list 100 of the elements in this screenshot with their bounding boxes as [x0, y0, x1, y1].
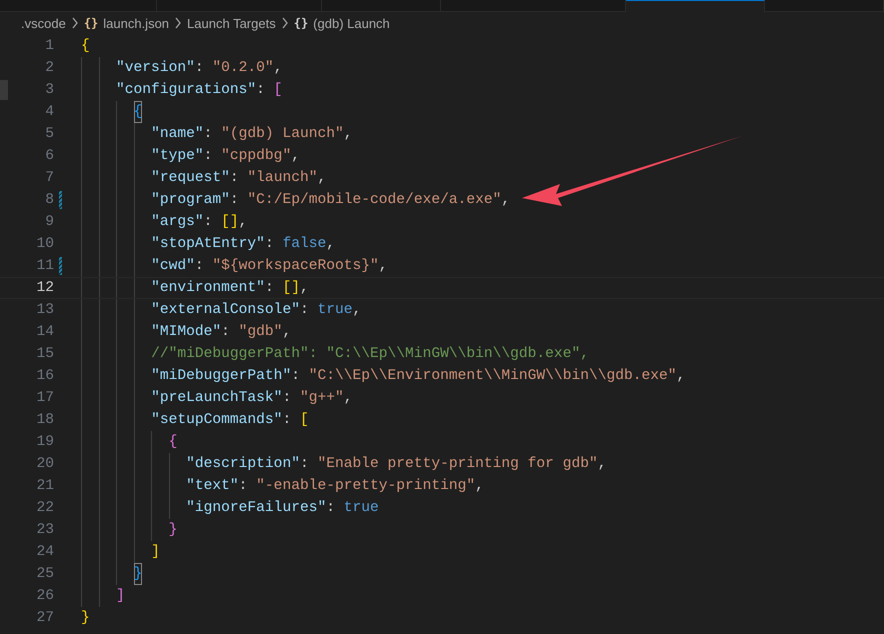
braces-icon: {} [294, 16, 308, 30]
punctuation: , [326, 235, 336, 254]
punctuation: , [344, 389, 353, 408]
boolean-value: false [282, 235, 326, 254]
punctuation: , [352, 301, 362, 320]
punctuation: , [300, 279, 309, 298]
breadcrumb-item[interactable]: Launch Targets [187, 16, 276, 30]
punctuation: , [238, 213, 248, 232]
property-key: "stopAtEntry" [151, 233, 265, 255]
boolean-value: true [344, 499, 379, 518]
line-number: 3 [44, 81, 54, 100]
line-number: 19 [35, 433, 54, 452]
property-key: "cwd" [151, 255, 195, 277]
string-value: "gdb" [238, 323, 282, 342]
line-number: 2 [44, 59, 54, 78]
punctuation: , [274, 59, 282, 78]
bracket: ] [151, 543, 160, 562]
line-number: 21 [35, 477, 54, 496]
punctuation: : [221, 323, 231, 342]
punctuation: , [475, 477, 484, 496]
line-number: 1 [44, 37, 54, 56]
punctuation: , [378, 257, 388, 276]
punctuation: , [317, 169, 326, 188]
punctuation: : [230, 169, 240, 188]
punctuation: : [291, 367, 301, 386]
property-key: "MIMode" [151, 321, 222, 343]
bracket: { [168, 433, 178, 452]
bracket: } [81, 609, 90, 628]
line-number: 26 [35, 587, 54, 606]
line-number: 6 [44, 147, 54, 166]
breadcrumb-item[interactable]: launch.json [103, 16, 170, 30]
breadcrumb-item[interactable]: (gdb) Launch [313, 16, 390, 30]
line-number: 27 [35, 609, 54, 628]
line-number: 8 [44, 191, 54, 210]
punctuation: : [264, 279, 275, 298]
punctuation: : [230, 191, 240, 210]
string-value: "-enable-pretty-printing" [256, 477, 476, 496]
punctuation: : [264, 235, 275, 254]
breadcrumb-item[interactable]: .vscode [21, 16, 66, 30]
property-key: "externalConsole" [151, 299, 300, 321]
property-key: "version" [116, 57, 195, 79]
property-key: "program" [151, 189, 230, 211]
string-value: "0.2.0" [212, 59, 274, 78]
line-number: 23 [35, 521, 54, 540]
line-number: 7 [44, 169, 54, 188]
bracket: [] [282, 279, 300, 298]
boolean-value: true [317, 301, 353, 320]
scrollbar-marker [0, 80, 8, 100]
punctuation: : [256, 81, 266, 100]
line-number: 11 [35, 257, 54, 276]
string-value: "(gdb) Launch" [221, 125, 344, 144]
punctuation: : [300, 455, 310, 474]
bracket: ] [116, 587, 125, 606]
punctuation: : [282, 411, 292, 430]
punctuation: , [598, 455, 606, 474]
bracket: { [134, 101, 142, 123]
string-value: "Enable pretty-printing for gdb" [317, 455, 598, 474]
string-value: "cppdbg" [221, 147, 292, 166]
property-key: "description" [186, 453, 300, 475]
chevron-right-icon [174, 17, 182, 29]
punctuation: : [300, 301, 310, 320]
line-number: 16 [35, 367, 54, 386]
line-number: 13 [35, 301, 54, 320]
punctuation: : [194, 257, 205, 276]
punctuation: , [291, 147, 300, 166]
chevron-right-icon [280, 17, 289, 29]
bracket: [ [300, 411, 309, 430]
string-value: "C:\\Ep\\Environment\\MinGW\\bin\\gdb.exe" [308, 367, 677, 386]
line-number: 20 [35, 455, 54, 474]
line-number: 4 [44, 103, 54, 122]
punctuation: , [501, 191, 510, 210]
property-key: "name" [151, 123, 204, 145]
property-key: "environment" [151, 278, 265, 298]
punctuation: , [344, 125, 353, 144]
property-key: "configurations" [116, 79, 256, 101]
punctuation: : [204, 213, 214, 232]
line-number: 15 [35, 345, 54, 364]
bracket: } [168, 521, 178, 540]
punctuation: , [282, 323, 292, 342]
bracket: { [81, 37, 90, 56]
property-key: "preLaunchTask" [151, 387, 282, 409]
punctuation: : [194, 59, 205, 78]
chevron-right-icon [70, 17, 79, 29]
string-value: "launch" [247, 169, 318, 188]
line-number: 5 [44, 125, 54, 144]
punctuation: : [204, 125, 214, 144]
line-number: 25 [35, 565, 54, 584]
line-number: 18 [35, 411, 54, 430]
punctuation: , [676, 367, 686, 386]
punctuation: : [282, 389, 292, 408]
property-key: "request" [151, 167, 230, 189]
property-key: "miDebuggerPath" [151, 365, 292, 387]
punctuation: : [204, 147, 214, 166]
line-number: 24 [35, 543, 54, 562]
line-number: 9 [44, 213, 54, 232]
property-key: "text" [186, 475, 239, 497]
editor-tab[interactable] [626, 0, 765, 12]
line-number: 17 [35, 389, 54, 408]
property-key: "type" [151, 145, 204, 167]
property-key: "setupCommands" [151, 409, 282, 431]
